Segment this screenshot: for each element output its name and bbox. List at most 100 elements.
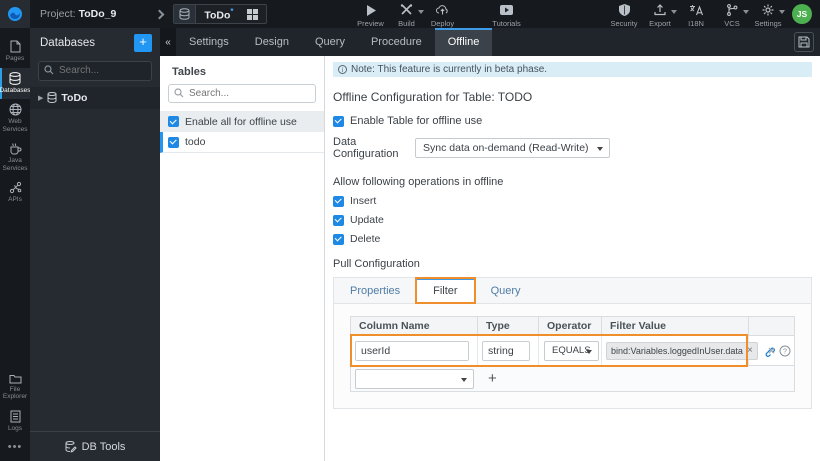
filter-value-chip[interactable]: bind:Variables.loggedInUser.data × [606,341,758,360]
preview-button[interactable]: Preview [353,1,389,28]
operations-heading: Allow following operations in offline [333,176,504,188]
pull-tab-query[interactable]: Query [475,278,537,303]
rail-item-pages[interactable]: Pages [0,36,30,68]
search-icon [174,88,184,98]
db-tools-icon [65,440,77,452]
sidebar-title: Databases [40,37,95,49]
caret-down-icon [417,9,424,14]
cloud-upload-icon [436,4,449,17]
insert-checkbox[interactable] [333,195,344,207]
rail-item-apis[interactable]: APIs [0,177,30,209]
tools-icon [400,4,413,17]
vcs-button[interactable]: VCS [714,1,750,28]
top-bar: Project: ToDo_9 ToDo* Preview Build Deplo… [0,0,820,28]
operator-select[interactable]: EQUALS [544,340,599,361]
video-icon [500,4,514,17]
table-row-todo[interactable]: todo [160,132,324,153]
tab-procedure[interactable]: Procedure [358,28,435,56]
db-tools-button[interactable]: DB Tools [30,431,160,461]
left-rail: Pages Databases Web Services Java Servic… [0,28,31,461]
security-button[interactable]: Security [606,1,642,28]
pull-tab-properties[interactable]: Properties [334,278,416,303]
coffee-icon [10,143,21,155]
pull-config-panel: Properties Filter Query Column Name Type… [333,277,812,409]
info-icon: i [338,65,347,74]
build-button[interactable]: Build [389,1,425,28]
collapse-sidebar-button[interactable]: « [160,28,176,56]
tutorials-button[interactable]: Tutorials [489,1,525,28]
api-icon [9,181,21,194]
more-options-button[interactable]: ••• [0,437,30,461]
shield-icon [618,4,630,17]
tab-offline[interactable]: Offline [434,28,493,56]
tables-title: Tables [172,66,207,78]
new-column-select[interactable] [355,368,474,389]
pull-tab-filter[interactable]: Filter [415,277,476,304]
wavemaker-logo-icon [8,7,22,21]
database-tree-item-todo[interactable]: ▶ ToDo [30,86,160,109]
breadcrumb[interactable]: ToDo* [173,4,267,24]
filter-table-header: Column Name Type Operator Filter Value [350,316,795,336]
breadcrumb-entity: ToDo* [204,6,234,22]
filter-row: EQUALS bind:Variables.loggedInUser.data … [350,334,795,367]
branch-icon [726,4,738,17]
enable-table-checkbox[interactable] [333,115,344,127]
tab-query[interactable]: Query [302,28,358,56]
rail-item-databases[interactable]: Databases [0,67,31,99]
update-checkbox[interactable] [333,214,344,226]
filter-table: Column Name Type Operator Filter Value u… [350,316,795,392]
save-icon [798,36,810,48]
tab-settings[interactable]: Settings [176,28,242,56]
deploy-button[interactable]: Deploy [425,1,461,28]
tab-design[interactable]: Design [242,28,302,56]
database-icon [174,5,197,23]
save-button[interactable] [794,32,814,52]
add-filter-button[interactable]: + [488,371,497,386]
grid-menu-icon[interactable] [240,8,266,20]
project-label: Project: ToDo_9 [40,8,117,20]
offline-config-panel: i Note: This feature is currently in bet… [325,56,820,461]
beta-notice: i Note: This feature is currently in bet… [333,62,812,77]
folder-icon [9,374,21,383]
caret-down-icon [743,9,749,14]
tables-search-input[interactable] [168,84,316,103]
page-icon [10,40,20,53]
delete-row-icon[interactable]: × [768,343,776,358]
database-search-input[interactable] [38,60,152,81]
app-logo[interactable] [0,0,30,28]
delete-checkbox[interactable] [333,233,344,245]
type-input[interactable] [482,340,530,361]
play-icon [366,4,376,17]
export-icon [654,4,666,17]
translate-icon [689,4,703,17]
database-icon [47,92,57,103]
rail-item-java-services[interactable]: Java Services [0,138,30,177]
i18n-button[interactable]: I18N [678,1,714,28]
databases-sidebar: Databases + ▶ ToDo DB Tools [30,28,160,461]
modified-marker: * [230,6,234,16]
gear-icon [762,4,774,17]
log-icon [10,410,20,422]
column-name-input[interactable] [355,340,469,361]
database-icon [9,71,21,85]
expand-caret-icon[interactable]: ▶ [38,94,43,102]
enable-all-checkbox[interactable] [168,116,179,127]
data-config-label: Data Configuration [333,136,399,160]
rail-item-file-explorer[interactable]: File Explorer [0,369,30,406]
todo-checkbox[interactable] [168,136,179,148]
add-database-button[interactable]: + [134,34,152,52]
project-name: ToDo_9 [78,8,117,20]
rail-item-web-services[interactable]: Web Services [0,99,30,138]
tables-panel: Tables Enable all for offline use todo [160,56,325,461]
entity-tab-bar: « Settings Design Query Procedure Offlin… [160,28,820,56]
caret-down-icon [671,9,677,14]
export-button[interactable]: Export [642,1,678,28]
settings-button[interactable]: Settings [750,1,786,28]
search-icon [44,65,54,75]
rail-item-logs[interactable]: Logs [0,406,30,438]
breadcrumb-chevron-icon [154,9,165,19]
data-config-select[interactable]: Sync data on-demand (Read-Write) [415,138,610,158]
enable-all-row[interactable]: Enable all for offline use [160,111,324,132]
user-avatar[interactable]: JS [792,4,812,24]
pull-config-heading: Pull Configuration [333,258,420,270]
